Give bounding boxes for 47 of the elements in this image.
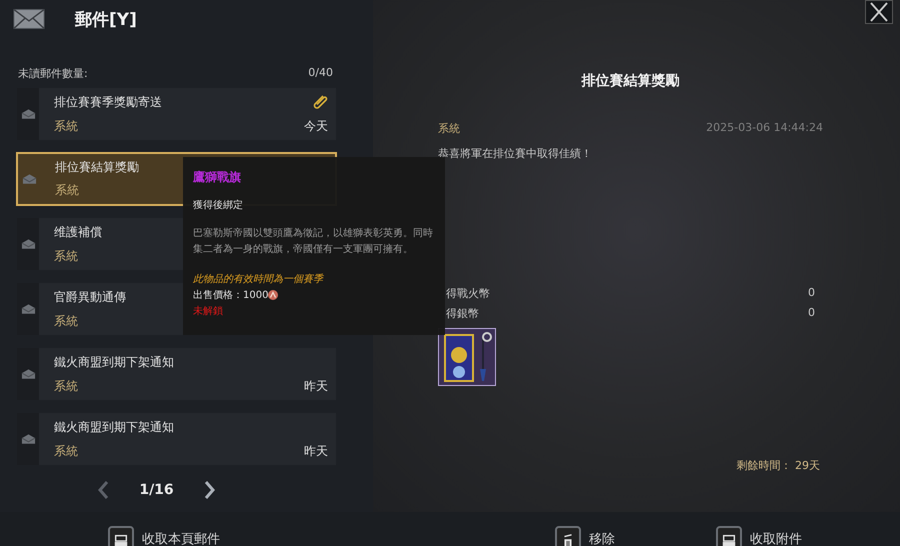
open-envelope-icon xyxy=(20,433,36,445)
action-label[interactable]: 收取附件 xyxy=(750,530,802,546)
previous-icon[interactable] xyxy=(97,480,110,500)
banner-icon xyxy=(439,329,495,385)
mail-subject: 官爵異動通傳 xyxy=(54,288,126,306)
coin-icon xyxy=(268,290,278,300)
mail-date: 今天 xyxy=(304,118,328,134)
mail-message: 恭喜將軍在排位賽中取得佳績！ xyxy=(438,146,593,161)
unread-label: 未讀郵件數量: xyxy=(18,66,88,81)
open-envelope-icon xyxy=(22,173,36,185)
page-indicator: 1/16 xyxy=(139,482,174,498)
reward-amount: 0 xyxy=(808,306,815,321)
reward-label: 得戰火幣 xyxy=(446,286,490,302)
mail-sender: 系統 xyxy=(55,182,79,199)
mail-subject: 维護補償 xyxy=(54,224,102,240)
mail-date: 昨天 xyxy=(304,378,328,394)
lock-status: 未解鎖 xyxy=(193,304,224,318)
mail-subject: 排位賽賽季獎勵寄送 xyxy=(54,94,162,110)
window-title: 郵件[Y] xyxy=(75,8,137,30)
sell-price: 出售價格：1000 xyxy=(193,288,268,302)
open-envelope-icon xyxy=(20,108,36,120)
mail-sender: 系統 xyxy=(54,248,78,264)
reward-label: 得銀幣 xyxy=(446,306,479,322)
envelope-icon xyxy=(13,8,45,30)
open-envelope-icon xyxy=(20,303,36,315)
close-icon[interactable] xyxy=(865,0,893,24)
mail-sender: 系統 xyxy=(54,378,78,394)
mail-sender: 系統 xyxy=(54,442,78,460)
mail-subject: 排位賽結算獎勵 xyxy=(55,159,139,176)
open-envelope-icon xyxy=(20,238,36,250)
item-name: 鷹獅戰旗 xyxy=(193,169,242,186)
mail-sender: 系統 xyxy=(438,121,460,136)
mail-subject: 鐵火商盟到期下架通知 xyxy=(54,354,174,370)
mail-date: 昨天 xyxy=(304,442,328,460)
action-label[interactable]: 收取本頁郵件 xyxy=(142,530,220,546)
mail-subject: 鐵火商盟到期下架通知 xyxy=(54,418,174,436)
action-label[interactable]: 移除 xyxy=(589,530,615,546)
mail-sender: 系統 xyxy=(54,312,78,330)
reward-item[interactable] xyxy=(438,328,496,386)
mail-title: 排位賽結算獎勵 xyxy=(580,72,680,90)
next-icon[interactable] xyxy=(204,480,216,500)
open-envelope-icon xyxy=(20,368,36,380)
unread-count: 0/40 xyxy=(308,66,333,81)
mail-timestamp: 2025-03-06 14:44:24 xyxy=(706,121,823,136)
mail-sender: 系統 xyxy=(54,118,78,134)
remaining-time: 剩餘時間： 29天 xyxy=(736,458,820,473)
reward-amount: 0 xyxy=(808,286,815,301)
